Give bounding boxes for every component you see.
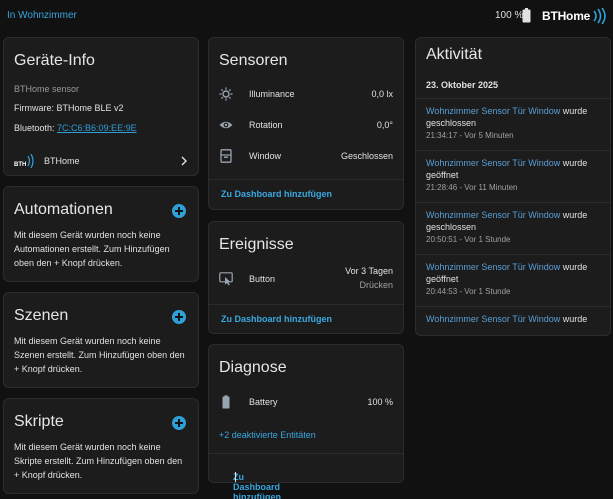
activity-item: Wohnzimmer Sensor Tür Window wurde geöff…	[416, 150, 610, 192]
brand-name: BTHome	[542, 9, 591, 23]
bthome-logo-icon: BTH	[14, 153, 34, 169]
device-model: BTHome sensor	[14, 84, 80, 94]
event-type: Drücken	[359, 280, 393, 290]
entity-name: Battery	[249, 397, 278, 407]
bluetooth-label: Bluetooth:	[14, 123, 58, 133]
integration-row[interactable]: BTH BTHome	[14, 150, 188, 172]
scenes-empty-text: Mit diesem Gerät wurden noch keine Szene…	[14, 336, 185, 374]
activity-time: 21:34:17 - Vor 5 Minuten	[426, 131, 514, 140]
add-scene-button[interactable]	[172, 310, 186, 324]
disabled-entities-link[interactable]: +2 deaktivierte Entitäten	[219, 430, 316, 440]
card-title: Geräte-Info	[14, 52, 95, 69]
card-title: Aktivität	[426, 46, 483, 63]
entity-name: Button	[249, 274, 276, 284]
device-firmware: Firmware: BTHome BLE v2	[14, 103, 124, 113]
card-title: Skripte	[14, 413, 64, 430]
add-to-dashboard-action: Zu Dashboard hinzufügen	[209, 304, 403, 334]
automations-card: Automationen Mit diesem Gerät wurden noc…	[3, 186, 199, 282]
text-cursor	[235, 472, 236, 482]
card-title: Ereignisse	[219, 236, 294, 253]
sensors-card: Sensoren Illuminance 0,0 lx Rotation 0,0…	[208, 37, 404, 210]
activity-entity-link[interactable]: Wohnzimmer Sensor Tür Window	[426, 106, 560, 116]
activity-entity-link[interactable]: Wohnzimmer Sensor Tür Window	[426, 210, 560, 220]
activity-item: Wohnzimmer Sensor Tür Window wurde gesch…	[416, 202, 610, 244]
diagnostics-card: Diagnose Battery 100 % +2 deaktivierte E…	[208, 344, 404, 499]
card-title: Szenen	[14, 307, 69, 324]
activity-verb: wurde	[562, 262, 588, 272]
device-info-card: Geräte-Info BTHome sensor Firmware: BTHo…	[3, 37, 199, 176]
activity-item: Wohnzimmer Sensor Tür Window wurde gesch…	[416, 98, 610, 140]
window-icon	[220, 149, 232, 163]
entity-row-battery[interactable]: Battery 100 %	[219, 393, 393, 411]
add-automation-button[interactable]	[172, 204, 186, 218]
activity-entity-link[interactable]: Wohnzimmer Sensor Tür Window	[426, 262, 560, 272]
activity-item: Wohnzimmer Sensor Tür Window wurde	[416, 306, 610, 325]
top-bar: In Wohnzimmer 100 % BTHome	[0, 0, 613, 32]
event-value-stack: Vor 3 Tagen Drücken	[345, 266, 393, 290]
gesture-tap-icon	[219, 272, 233, 286]
device-bluetooth: Bluetooth: 7C:C6:B6:09:EE:9E	[14, 123, 137, 133]
brand-logo: BTHome	[542, 6, 606, 26]
entity-value: 100 %	[367, 397, 393, 407]
activity-entity-link[interactable]: Wohnzimmer Sensor Tür Window	[426, 158, 560, 168]
activity-time: 20:50:51 - Vor 1 Stunde	[426, 235, 511, 244]
activity-state: geschlossen	[426, 222, 477, 232]
entity-value: 0,0 lx	[371, 89, 393, 99]
svg-text:BTH: BTH	[14, 162, 26, 168]
automations-empty-text: Mit diesem Gerät wurden noch keine Autom…	[14, 230, 170, 268]
battery-icon	[222, 395, 230, 409]
card-title: Automationen	[14, 201, 113, 218]
activity-entity-link[interactable]: Wohnzimmer Sensor Tür Window	[426, 314, 560, 324]
activity-verb: wurde	[562, 158, 588, 168]
integration-name: BTHome	[44, 156, 80, 166]
activity-date: 23. Oktober 2025	[426, 80, 499, 90]
add-to-dashboard-button[interactable]: Zu Dashboard hinzufügen	[221, 314, 332, 324]
chevron-right-icon	[181, 156, 187, 166]
activity-verb: wurde	[562, 210, 588, 220]
add-to-dashboard-action: Zu Dashboard hinzufügen	[209, 453, 403, 499]
activity-time: 21:28:46 - Vor 11 Minuten	[426, 183, 518, 192]
entity-row-illuminance[interactable]: Illuminance 0,0 lx	[219, 85, 393, 103]
entity-name: Window	[249, 151, 282, 161]
events-card: Ereignisse Button Vor 3 Tagen Drücken Zu…	[208, 221, 404, 334]
event-last-triggered: Vor 3 Tagen	[345, 266, 393, 276]
add-to-dashboard-label: Zu Dashboard hinzufügen	[233, 472, 281, 499]
activity-verb: wurde	[562, 314, 588, 324]
entity-value: Geschlossen	[340, 151, 393, 161]
bluetooth-mac-link[interactable]: 7C:C6:B6:09:EE:9E	[57, 123, 137, 133]
activity-state: geschlossen	[426, 118, 477, 128]
entity-row-rotation[interactable]: Rotation 0,0°	[219, 116, 393, 134]
add-script-button[interactable]	[172, 416, 186, 430]
scripts-empty-text: Mit diesem Gerät wurden noch keine Skrip…	[14, 442, 183, 480]
scripts-card: Skripte Mit diesem Gerät wurden noch kei…	[3, 398, 199, 494]
activity-card: Aktivität 23. Oktober 2025 Wohnzimmer Se…	[415, 37, 611, 336]
card-title: Sensoren	[219, 52, 288, 69]
battery-percent: 100 %	[495, 10, 524, 21]
battery-icon	[522, 8, 531, 23]
brightness-icon	[219, 87, 233, 101]
entity-value: 0,0°	[376, 120, 393, 130]
bluetooth-waves-icon	[593, 8, 606, 24]
activity-time: 20:44:53 - Vor 1 Stunde	[426, 287, 511, 296]
add-to-dashboard-action: Zu Dashboard hinzufügen	[209, 179, 403, 209]
eye-icon	[219, 121, 233, 129]
activity-state: geöffnet	[426, 170, 459, 180]
activity-item: Wohnzimmer Sensor Tür Window wurde geöff…	[416, 254, 610, 296]
activity-state: geöffnet	[426, 274, 459, 284]
scenes-card: Szenen Mit diesem Gerät wurden noch kein…	[3, 292, 199, 388]
entity-name: Illuminance	[249, 89, 295, 99]
entity-row-window[interactable]: Window Geschlossen	[219, 147, 393, 165]
activity-verb: wurde	[562, 106, 588, 116]
entity-name: Rotation	[249, 120, 283, 130]
card-title: Diagnose	[219, 359, 287, 376]
add-to-dashboard-button[interactable]: Zu Dashboard hinzufügen	[221, 189, 332, 199]
breadcrumb-area-link[interactable]: In Wohnzimmer	[7, 10, 77, 21]
